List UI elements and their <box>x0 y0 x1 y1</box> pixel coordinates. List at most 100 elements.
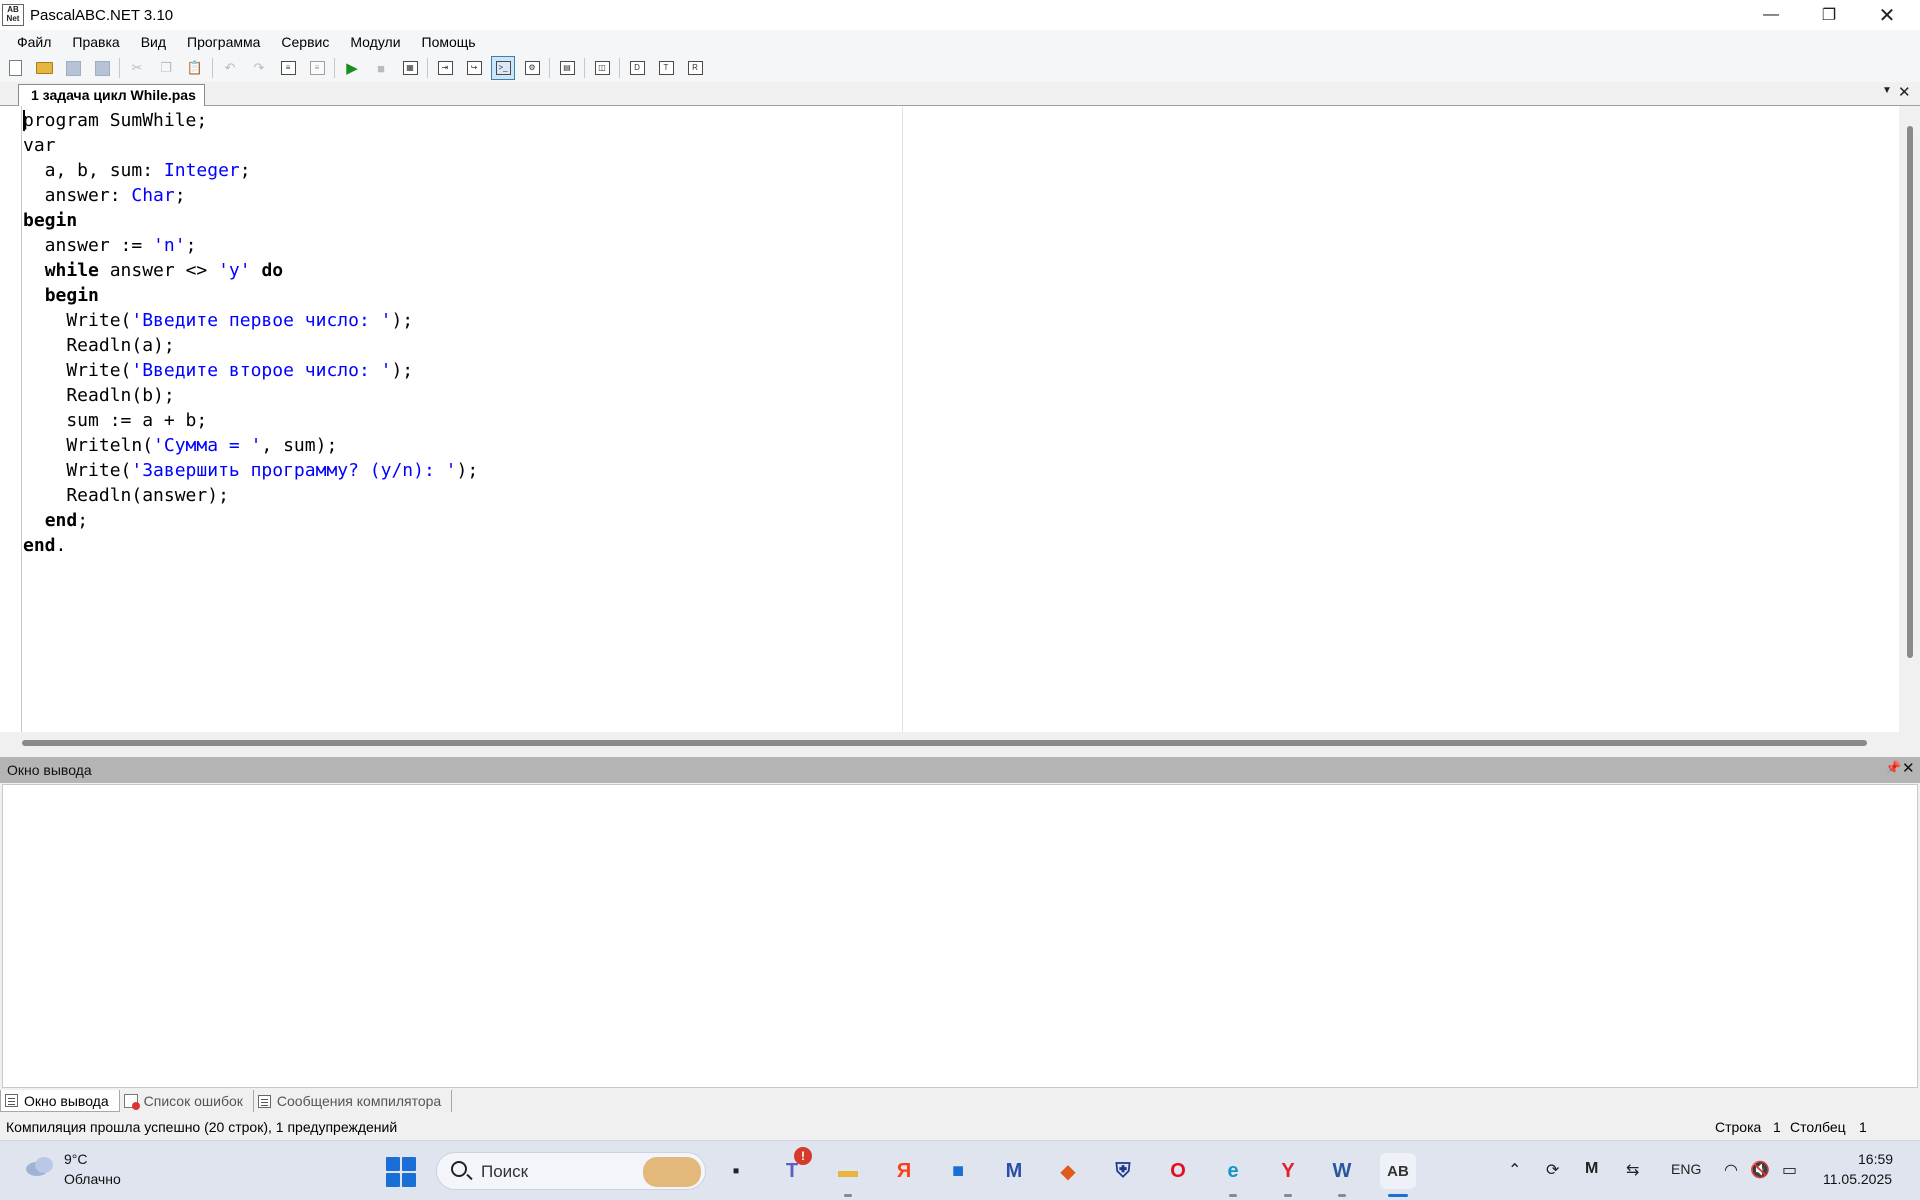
code-editor[interactable]: program SumWhile; var a, b, sum: Integer;… <box>0 106 1920 732</box>
copy-icon[interactable]: ❐ <box>154 56 178 80</box>
code-text-token: ); <box>391 310 414 331</box>
code-line[interactable]: answer: Char; <box>23 183 478 208</box>
tray-chevron-icon[interactable]: ⌃ <box>1508 1160 1521 1180</box>
code-line[interactable]: answer := 'n'; <box>23 233 478 258</box>
stop-icon[interactable]: ■ <box>369 56 393 80</box>
undo-icon[interactable]: ↶ <box>218 56 242 80</box>
run-icon[interactable]: ▶ <box>340 56 364 80</box>
menu-edit[interactable]: Правка <box>63 34 128 50</box>
compile-icon[interactable]: ▦ <box>398 56 422 80</box>
tab-close-icon[interactable]: ✕ <box>1898 83 1911 101</box>
tab-compiler-messages[interactable]: Сообщения компилятора <box>254 1090 453 1112</box>
save-all-icon[interactable] <box>90 56 114 80</box>
redo-icon[interactable]: ↷ <box>247 56 271 80</box>
code-line[interactable]: Write('Завершить программу? (y/n): '); <box>23 458 478 483</box>
app-shield-icon[interactable]: ◆ <box>1050 1153 1086 1189</box>
save-icon[interactable] <box>61 56 85 80</box>
code-text[interactable]: program SumWhile; var a, b, sum: Integer;… <box>23 108 478 558</box>
code-line[interactable]: program SumWhile; <box>23 108 478 133</box>
taskbar-search-box[interactable]: Поиск <box>436 1152 706 1190</box>
cut-icon[interactable]: ✂ <box>125 56 149 80</box>
tray-sync-icon[interactable]: ⟳ <box>1546 1160 1559 1180</box>
menu-modules[interactable]: Модули <box>341 34 409 50</box>
pascalabc-icon[interactable]: AB <box>1380 1153 1416 1197</box>
code-line[interactable]: sum := a + b; <box>23 408 478 433</box>
code-line[interactable]: Writeln('Сумма = ', sum); <box>23 433 478 458</box>
code-line[interactable]: begin <box>23 283 478 308</box>
tab-file[interactable]: 1 задача цикл While.pas <box>18 84 205 107</box>
tab-error-list[interactable]: Список ошибок <box>120 1090 254 1112</box>
menu-file[interactable]: Файл <box>8 34 60 50</box>
step-into-icon[interactable]: ⇥ <box>433 56 457 80</box>
clock-time[interactable]: 16:59 <box>1858 1151 1893 1167</box>
file-explorer-icon[interactable]: ▬ <box>830 1153 866 1197</box>
opera-icon[interactable]: O <box>1160 1153 1196 1189</box>
replace-icon[interactable]: ≡ <box>305 56 329 80</box>
status-line-label: Строка <box>1715 1119 1762 1135</box>
menu-program[interactable]: Программа <box>178 34 269 50</box>
step-over-icon[interactable]: ↪ <box>462 56 486 80</box>
weather-temperature[interactable]: 9°C <box>64 1151 88 1167</box>
app-emblem-icon[interactable]: ⛨ <box>1105 1153 1141 1189</box>
code-line[interactable]: Readln(b); <box>23 383 478 408</box>
horizontal-scrollbar[interactable] <box>0 732 1920 754</box>
task-view-icon[interactable]: ▪ <box>718 1153 754 1189</box>
debug-icon[interactable]: ⚙ <box>520 56 544 80</box>
cloudy-weather-icon[interactable] <box>24 1155 56 1177</box>
code-line[interactable]: Write('Введите первое число: '); <box>23 308 478 333</box>
pin-icon[interactable]: 📌 <box>1885 760 1901 776</box>
editor-margin-line <box>902 106 903 732</box>
store-icon[interactable]: ■ <box>940 1153 976 1189</box>
app-m-icon[interactable]: M <box>996 1153 1032 1189</box>
teams-icon[interactable]: T! <box>774 1147 812 1189</box>
form-icon[interactable]: ▤ <box>555 56 579 80</box>
output-close-icon[interactable]: ✕ <box>1902 759 1915 777</box>
code-line[interactable]: var <box>23 133 478 158</box>
volume-muted-icon[interactable]: 🔇 <box>1750 1160 1770 1180</box>
console-icon[interactable]: >_ <box>491 56 515 80</box>
code-line[interactable]: Write('Введите второе число: '); <box>23 358 478 383</box>
unit-icon[interactable]: ◫ <box>590 56 614 80</box>
close-window-button[interactable]: ✕ <box>1858 0 1916 30</box>
vertical-scrollbar[interactable] <box>1899 106 1920 732</box>
doc3-icon[interactable]: R <box>683 56 707 80</box>
search-highlight-image <box>643 1157 701 1187</box>
menu-help[interactable]: Помощь <box>413 34 485 50</box>
keyboard-language-indicator[interactable]: ENG <box>1671 1161 1701 1177</box>
output-text-area[interactable] <box>2 784 1918 1088</box>
menu-service[interactable]: Сервис <box>272 34 338 50</box>
menu-view[interactable]: Вид <box>132 34 175 50</box>
code-line[interactable]: end. <box>23 533 478 558</box>
maximize-button[interactable]: ❐ <box>1800 0 1858 30</box>
paste-icon[interactable]: 📋 <box>183 56 207 80</box>
yandex-icon[interactable]: Y <box>1270 1153 1306 1197</box>
code-line[interactable]: Readln(answer); <box>23 483 478 508</box>
code-line[interactable]: Readln(a); <box>23 333 478 358</box>
vertical-scrollbar-thumb[interactable] <box>1907 126 1913 658</box>
horizontal-scrollbar-thumb[interactable] <box>22 740 1867 746</box>
start-windows-icon[interactable] <box>386 1157 416 1187</box>
tab-output-window-label: Окно вывода <box>24 1092 109 1109</box>
minimize-button[interactable]: — <box>1742 0 1800 30</box>
wifi-icon[interactable]: ◠ <box>1724 1160 1738 1180</box>
open-folder-icon[interactable] <box>32 56 56 80</box>
code-line[interactable]: end; <box>23 508 478 533</box>
clock-date[interactable]: 11.05.2025 <box>1823 1171 1892 1187</box>
tab-output-window[interactable]: Окно вывода <box>0 1090 120 1112</box>
find-icon[interactable]: ≡ <box>276 56 300 80</box>
word-icon[interactable]: W <box>1324 1153 1360 1197</box>
new-file-icon[interactable] <box>3 56 27 80</box>
doc2-icon[interactable]: T <box>654 56 678 80</box>
tray-app-m-icon[interactable]: M <box>1585 1160 1598 1178</box>
weather-description[interactable]: Облачно <box>64 1171 121 1187</box>
code-line[interactable]: begin <box>23 208 478 233</box>
tab-list-dropdown-icon[interactable]: ▼ <box>1882 85 1892 96</box>
battery-icon[interactable]: ▭ <box>1782 1160 1797 1180</box>
edge-icon[interactable]: e <box>1215 1153 1251 1197</box>
doc1-icon[interactable]: D <box>625 56 649 80</box>
code-line[interactable]: a, b, sum: Integer; <box>23 158 478 183</box>
tray-settings-icon[interactable]: ⇆ <box>1626 1160 1639 1180</box>
yandex-browser-icon[interactable]: Я <box>886 1153 922 1189</box>
running-indicator <box>1229 1194 1237 1197</box>
code-line[interactable]: while answer <> 'y' do <box>23 258 478 283</box>
